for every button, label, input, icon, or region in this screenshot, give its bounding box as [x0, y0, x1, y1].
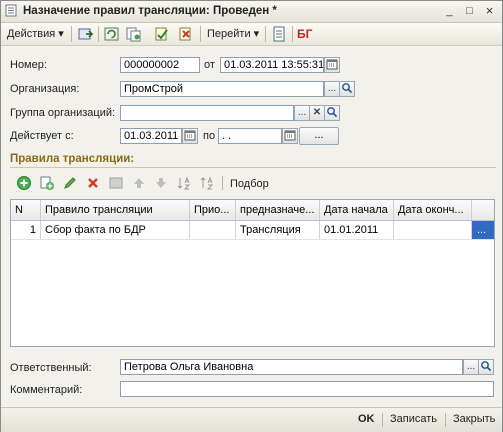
selection-button[interactable]: Подбор: [230, 178, 269, 190]
toolbar-separator: [200, 26, 201, 42]
calendar-button[interactable]: [324, 57, 340, 73]
goto-menu-label: Перейти: [207, 28, 251, 40]
chevron-down-icon: ▾: [58, 28, 64, 40]
section-divider: [10, 167, 496, 168]
column-header-extra: [472, 200, 494, 220]
valid-from-calendar-button[interactable]: [182, 128, 198, 144]
toolbar: Действия ▾ Перейти ▾ БГ: [1, 23, 502, 46]
org-group-clear-button[interactable]: ✕: [309, 105, 325, 121]
print-form-icon[interactable]: [271, 26, 288, 42]
valid-to-field[interactable]: . .: [218, 128, 282, 144]
org-group-field[interactable]: [120, 105, 294, 121]
command-bar: OK Записать Закрыть: [1, 407, 502, 432]
search-icon: [481, 361, 492, 372]
calendar-icon: [284, 130, 296, 141]
goto-menu[interactable]: Перейти ▾: [207, 26, 259, 42]
end-edit-icon: [109, 177, 123, 189]
cell-end-date[interactable]: [394, 221, 472, 239]
valid-from-field[interactable]: 01.03.2011: [120, 128, 182, 144]
close-button[interactable]: Закрыть: [453, 413, 495, 425]
window-title: Назначение правил трансляции: Проведен *: [23, 5, 277, 17]
toolbar-separator: [222, 176, 223, 190]
calendar-icon: [184, 130, 196, 141]
from-label: от: [204, 59, 215, 71]
responsible-open-button[interactable]: [478, 359, 494, 375]
table-header: N Правило трансляции Прио... предназначе…: [11, 200, 494, 221]
org-group-open-button[interactable]: [324, 105, 340, 121]
ok-button[interactable]: OK: [358, 413, 375, 425]
actions-menu-label: Действия: [7, 28, 56, 40]
bg-button[interactable]: БГ: [297, 26, 312, 42]
toolbar-separator: [292, 26, 293, 42]
save-button[interactable]: Записать: [390, 413, 437, 425]
toolbar-separator: [71, 26, 72, 42]
delete-row-icon[interactable]: [85, 175, 101, 191]
calendar-icon: [326, 59, 338, 70]
cell-n[interactable]: 1: [11, 221, 41, 239]
organization-field[interactable]: ПромСтрой: [120, 81, 324, 97]
sort-ascending-icon: [177, 176, 191, 190]
unpost-document-icon[interactable]: [177, 26, 194, 42]
toolbar-separator: [98, 26, 99, 42]
document-icon: [5, 4, 17, 17]
add-row-icon[interactable]: [16, 175, 32, 191]
table-row[interactable]: 1 Сбор факта по БДР Трансляция 01.01.201…: [11, 221, 494, 240]
actions-menu[interactable]: Действия ▾: [7, 26, 64, 42]
cell-select-button[interactable]: ...: [472, 221, 494, 239]
toolbar-separator: [382, 413, 383, 427]
comment-field[interactable]: [120, 381, 494, 397]
org-group-label: Группа организаций:: [10, 107, 116, 119]
number-field[interactable]: 000000002: [120, 57, 200, 73]
responsible-field[interactable]: Петрова Ольга Ивановна: [120, 359, 463, 375]
number-label: Номер:: [10, 59, 47, 71]
title-bar: Назначение правил трансляции: Проведен *…: [1, 1, 502, 23]
toolbar-separator: [265, 26, 266, 42]
close-window-button[interactable]: ×: [482, 4, 497, 18]
edit-row-icon[interactable]: [62, 175, 78, 191]
column-header-end-date[interactable]: Дата оконч...: [394, 200, 472, 220]
sort-descending-icon: [200, 176, 214, 190]
organization-select-button[interactable]: ...: [324, 81, 340, 97]
column-header-start-date[interactable]: Дата начала: [320, 200, 394, 220]
cell-start-date[interactable]: 01.01.2011: [320, 221, 394, 239]
move-down-icon: [156, 178, 166, 188]
period-select-button[interactable]: ...: [299, 127, 339, 145]
rules-table: N Правило трансляции Прио... предназначе…: [10, 199, 495, 347]
column-header-rule[interactable]: Правило трансляции: [41, 200, 190, 220]
responsible-select-button[interactable]: ...: [463, 359, 479, 375]
rules-section-title: Правила трансляции:: [10, 153, 135, 165]
organization-open-button[interactable]: [339, 81, 355, 97]
date-field[interactable]: 01.03.2011 13:55:31: [220, 57, 324, 73]
maximize-button[interactable]: □: [462, 4, 477, 18]
refresh-icon[interactable]: [103, 26, 120, 42]
column-header-n[interactable]: N: [11, 200, 41, 220]
valid-to-calendar-button[interactable]: [282, 128, 298, 144]
valid-to-label: по: [203, 130, 216, 142]
cell-rule[interactable]: Сбор факта по БДР: [41, 221, 190, 239]
column-header-priority[interactable]: Прио...: [190, 200, 236, 220]
save-and-close-icon[interactable]: [77, 26, 94, 42]
org-group-select-button[interactable]: ...: [294, 105, 310, 121]
document-window: Назначение правил трансляции: Проведен *…: [0, 0, 503, 432]
valid-from-label: Действует с:: [10, 130, 74, 142]
copy-document-icon[interactable]: [125, 26, 142, 42]
comment-label: Комментарий:: [10, 384, 83, 396]
responsible-label: Ответственный:: [10, 362, 92, 374]
chevron-down-icon: ▾: [253, 28, 260, 40]
toolbar-separator: [445, 413, 446, 427]
search-icon: [342, 83, 353, 94]
column-header-purpose[interactable]: предназначе...: [236, 200, 320, 220]
copy-row-icon[interactable]: [39, 175, 55, 191]
search-icon: [327, 107, 338, 118]
move-up-icon: [134, 178, 144, 188]
post-document-icon[interactable]: [153, 26, 170, 42]
cell-purpose[interactable]: Трансляция: [236, 221, 320, 239]
organization-label: Организация:: [10, 83, 80, 95]
minimize-button[interactable]: _: [442, 4, 457, 18]
cell-priority[interactable]: [190, 221, 236, 239]
